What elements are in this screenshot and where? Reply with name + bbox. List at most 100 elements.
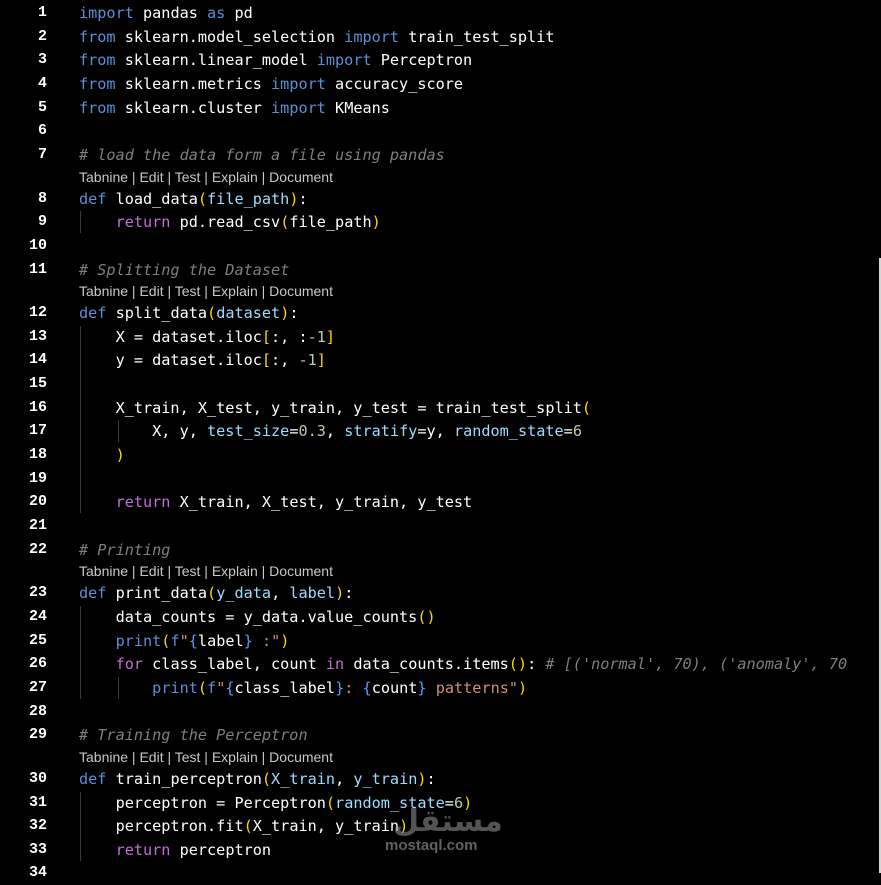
tabnine-codelens[interactable]: Tabnine | Edit | Test | Explain | Docume… (79, 561, 333, 581)
code-token: from (79, 74, 116, 93)
code-text[interactable]: # load the data form a file using pandas (79, 143, 445, 167)
code-text[interactable]: X = dataset.iloc[:, :-1] (79, 325, 336, 349)
line-number: 21 (28, 517, 47, 534)
line-number: 28 (28, 702, 47, 720)
code-text[interactable]: def train_perceptron(X_train, y_train): (79, 767, 436, 791)
code-text[interactable]: # Training the Perceptron (79, 723, 308, 747)
line-number: 16 (28, 398, 47, 416)
watermark-logo-mark: مستقل (393, 804, 503, 839)
line-number: 3 (37, 51, 47, 69)
code-token: sklearn.linear_model (115, 51, 317, 70)
tabnine-codelens[interactable]: Tabnine | Edit | Test | Explain | Docume… (79, 281, 333, 301)
code-token: ( (197, 189, 208, 208)
code-token: print (115, 631, 162, 650)
code-token: train_test_split (399, 27, 555, 46)
code-text[interactable]: def load_data(file_path): (79, 187, 308, 211)
code-token: ( (261, 769, 272, 788)
code-token: print (152, 678, 198, 697)
code-token: X, y, (79, 422, 208, 441)
code-token: " (179, 631, 189, 650)
code-text[interactable]: from sklearn.metrics import accuracy_sco… (79, 72, 463, 96)
code-token: : (289, 304, 299, 323)
code-token: class_label, count (143, 655, 326, 674)
code-text[interactable]: from sklearn.cluster import KMeans (79, 96, 390, 120)
code-token: : (344, 678, 363, 697)
indent-guide (80, 605, 81, 699)
code-token: () (508, 655, 528, 674)
code-token: () (417, 607, 436, 626)
code-text[interactable]: X_train, X_test, y_train, y_test = train… (79, 396, 592, 420)
code-text[interactable]: print(f"{class_label}: {count} patterns"… (79, 676, 527, 700)
code-token: return (115, 493, 171, 512)
code-token: dataset (216, 304, 281, 323)
code-text[interactable]: X, y, test_size = 0.3, stratify=y, random_… (79, 419, 582, 443)
code-token: } (417, 678, 427, 697)
code-token: import (271, 74, 326, 93)
code-token: y_train (353, 769, 418, 788)
code-text[interactable]: return perceptron (79, 838, 271, 862)
code-token: : (426, 769, 436, 788)
line-number: 24 (28, 607, 47, 625)
code-token: X = dataset.iloc (79, 327, 262, 346)
code-token: perceptron (170, 840, 272, 859)
code-editor[interactable]: 1 import pandas as pd 2 from sklearn.model_… (0, 0, 881, 881)
code-text[interactable]: return pd.read_csv(file_path) (79, 210, 381, 234)
tabnine-codelens[interactable]: Tabnine | Edit | Test | Explain | Docume… (79, 167, 333, 187)
code-text[interactable]: from sklearn.model_selection import trai… (79, 25, 555, 49)
code-token: ( (581, 398, 592, 417)
code-text[interactable]: y = dataset.iloc[:, -1] (79, 348, 326, 372)
code-token: class_label (234, 678, 336, 697)
code-token: } (243, 631, 253, 650)
code-text[interactable]: perceptron.fit(X_train, y_train) (79, 814, 409, 838)
code-token: y_data (216, 584, 272, 603)
code-token: f (170, 631, 180, 650)
line-number: 15 (28, 375, 47, 393)
code-token: import (271, 98, 326, 117)
code-token: { (225, 678, 235, 697)
code-token: for (115, 655, 144, 674)
code-text[interactable]: for class_label, count in data_counts.it… (79, 652, 848, 676)
code-token: sklearn.model_selection (115, 27, 345, 46)
code-text[interactable]: def print_data(y_data, label): (79, 581, 353, 605)
indent-guide (118, 420, 120, 443)
indent-guide (80, 325, 81, 514)
code-token: ( (280, 213, 290, 232)
mostaql-watermark: مستقل mostaql.com (385, 805, 503, 860)
code-text[interactable]: data_counts = y_data.value_counts() (79, 605, 436, 629)
code-token: -1 (307, 327, 326, 346)
code-text[interactable]: from sklearn.linear_model import Percept… (79, 48, 472, 72)
code-token: :, : (271, 327, 308, 346)
code-token: # [('normal', 70), ('anomaly', 70 (545, 655, 848, 674)
line-number: 17 (28, 422, 47, 440)
code-text[interactable]: import pandas as pd (79, 1, 253, 25)
code-token: ( (243, 817, 253, 836)
line-number: 31 (28, 793, 47, 811)
code-token: 0.3 (298, 422, 326, 441)
line-number: 34 (28, 864, 47, 882)
code-text[interactable]: ) (79, 443, 125, 467)
line-number: 33 (28, 840, 47, 858)
code-token: def (79, 304, 107, 323)
code-token: :, (271, 351, 299, 370)
code-token: : (298, 189, 308, 208)
code-text[interactable]: # Printing (79, 538, 170, 562)
code-token: import (79, 4, 134, 22)
code-text[interactable]: return X_train, X_test, y_train, y_test (79, 490, 473, 514)
code-token: file_path (207, 189, 290, 208)
code-token: in (325, 655, 345, 674)
line-number: 12 (28, 304, 47, 322)
code-token: return (115, 213, 171, 232)
line-number: 5 (37, 98, 47, 116)
code-token: , (335, 769, 354, 788)
code-text[interactable]: # Splitting the Dataset (79, 258, 289, 282)
tabnine-codelens[interactable]: Tabnine | Edit | Test | Explain | Docume… (79, 747, 333, 767)
code-text[interactable]: print(f"{label} :") (79, 629, 290, 653)
code-text[interactable]: def split_data(dataset): (79, 301, 299, 325)
line-number: 30 (28, 769, 47, 787)
code-token: : (527, 655, 546, 674)
